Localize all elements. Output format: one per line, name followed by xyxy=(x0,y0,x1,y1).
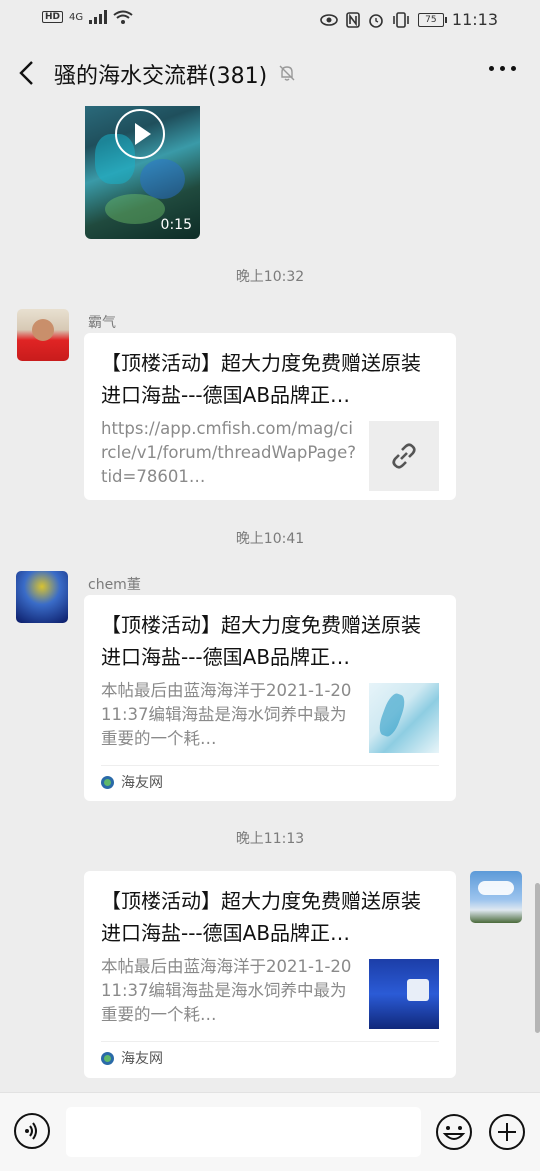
signal-icon xyxy=(89,10,108,24)
sender-name: 霸气 xyxy=(88,315,116,331)
card-body: https://app.cmfish.com/mag/circle/v1/for… xyxy=(101,417,439,491)
article-thumbnail xyxy=(369,683,439,753)
source-name: 海友网 xyxy=(121,775,163,791)
avatar[interactable] xyxy=(17,309,69,361)
avatar[interactable] xyxy=(16,571,68,623)
sender-name: chem董 xyxy=(88,577,141,593)
voice-icon xyxy=(25,1122,37,1140)
source-name: 海友网 xyxy=(121,1051,163,1067)
message-timestamp: 晚上11:13 xyxy=(235,831,305,847)
link-card[interactable]: 【顶楼活动】超大力度免费赠送原装进口海盐---德国AB品牌正… https://… xyxy=(84,333,456,500)
chat-header: 骚的海水交流群(381) xyxy=(0,40,540,106)
emoji-icon[interactable] xyxy=(435,1113,473,1151)
scrollbar[interactable] xyxy=(535,883,540,1033)
article-thumbnail xyxy=(369,959,439,1029)
wifi-icon xyxy=(113,10,133,24)
voice-input-button[interactable] xyxy=(14,1113,50,1149)
link-thumbnail xyxy=(369,421,439,491)
source-logo-icon xyxy=(101,1051,114,1065)
card-description: 本帖最后由蓝海海洋于2021-1-2011:37编辑海盐是海水饲养中最为重要的一… xyxy=(101,681,352,748)
hd-badge: HD xyxy=(42,11,64,23)
source-logo-icon xyxy=(101,775,114,789)
network-label: 4G xyxy=(69,11,84,23)
alarm-icon xyxy=(369,13,383,28)
input-bar xyxy=(0,1092,540,1171)
link-card[interactable]: 【顶楼活动】超大力度免费赠送原装进口海盐---德国AB品牌正… 本帖最后由蓝海海… xyxy=(84,595,456,801)
vibrate-icon xyxy=(393,11,409,28)
card-description: 本帖最后由蓝海海洋于2021-1-2011:37编辑海盐是海水饲养中最为重要的一… xyxy=(101,957,352,1024)
more-options-icon[interactable] xyxy=(489,66,516,71)
my-avatar[interactable] xyxy=(470,871,522,923)
link-icon xyxy=(392,443,416,469)
back-arrow-icon[interactable] xyxy=(14,58,40,88)
message-timestamp: 晚上10:41 xyxy=(235,531,305,547)
status-bar: HD 4G 75 11:13 xyxy=(0,0,540,40)
chat-area[interactable]: 0:15 晚上10:32 霸气 【顶楼活动】超大力度免费赠送原装进口海盐---德… xyxy=(0,106,540,1092)
card-title: 【顶楼活动】超大力度免费赠送原装进口海盐---德国AB品牌正… xyxy=(101,613,421,669)
card-body: 本帖最后由蓝海海洋于2021-1-2011:37编辑海盐是海水饲养中最为重要的一… xyxy=(101,955,439,1029)
card-body: 本帖最后由蓝海海洋于2021-1-2011:37编辑海盐是海水饲养中最为重要的一… xyxy=(101,679,439,753)
play-icon[interactable] xyxy=(115,109,165,159)
card-description: https://app.cmfish.com/mag/circle/v1/for… xyxy=(101,419,357,486)
nfc-icon xyxy=(346,11,360,28)
link-card[interactable]: 【顶楼活动】超大力度免费赠送原装进口海盐---德国AB品牌正… 本帖最后由蓝海海… xyxy=(84,871,456,1078)
message-input[interactable] xyxy=(66,1107,421,1157)
card-source: 海友网 xyxy=(101,765,439,798)
clock: 11:13 xyxy=(451,10,498,29)
video-duration: 0:15 xyxy=(160,217,192,233)
group-title: 骚的海水交流群(381) xyxy=(54,64,268,89)
message-timestamp: 晚上10:32 xyxy=(235,269,305,285)
card-source: 海友网 xyxy=(101,1041,439,1074)
mute-bell-icon xyxy=(279,65,295,81)
video-message[interactable]: 0:15 xyxy=(85,106,200,239)
card-title: 【顶楼活动】超大力度免费赠送原装进口海盐---德国AB品牌正… xyxy=(101,351,421,407)
plus-icon[interactable] xyxy=(488,1113,526,1151)
battery-icon: 75 xyxy=(417,12,447,27)
status-left: HD 4G xyxy=(42,10,133,24)
card-title: 【顶楼活动】超大力度免费赠送原装进口海盐---德国AB品牌正… xyxy=(101,889,421,945)
eye-icon xyxy=(320,13,338,26)
status-right: 75 11:13 xyxy=(320,10,498,29)
